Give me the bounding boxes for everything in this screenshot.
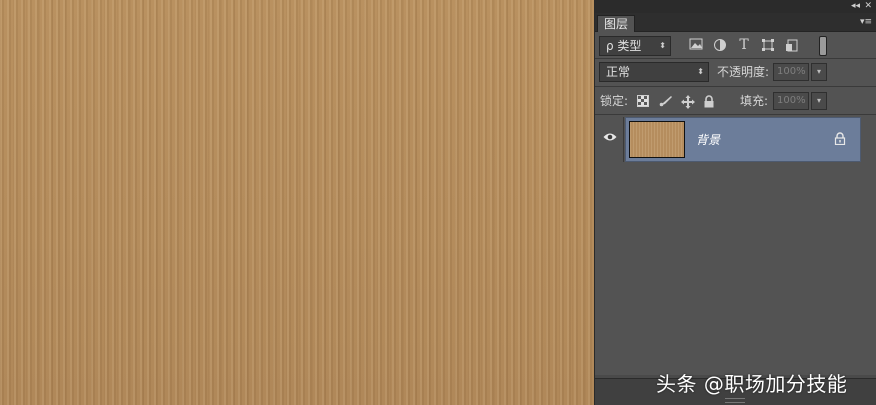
layer-name[interactable]: 背景: [696, 131, 720, 149]
blend-mode-value: 正常: [606, 65, 631, 79]
filter-toggle-switch[interactable]: [819, 36, 827, 56]
layers-panel-body: ρ 类型 ⬍ T 正常 ⬍ 不透明度: 100% ▾ 锁定: 填充: 100% …: [595, 32, 876, 405]
tab-layers[interactable]: 图层: [597, 15, 636, 32]
type-filter-icon[interactable]: T: [737, 38, 751, 52]
filter-row: ρ 类型 ⬍ T: [595, 32, 876, 59]
select-arrow-icon: ⬍: [659, 41, 666, 50]
document-canvas[interactable]: [0, 0, 594, 405]
lock-image-pixels-icon[interactable]: [659, 95, 672, 107]
fill-field[interactable]: 100%: [773, 92, 809, 110]
filter-kind-label: ρ 类型: [606, 39, 642, 53]
panel-top-strip: ◂◂ ✕: [595, 0, 876, 13]
lock-icon: [834, 132, 846, 146]
layer-row-background[interactable]: 背景: [625, 117, 861, 162]
layer-list-empty-area[interactable]: [595, 162, 876, 375]
lock-label: 锁定:: [600, 94, 629, 108]
opacity-dropdown[interactable]: ▾: [811, 63, 827, 81]
opacity-field[interactable]: 100%: [773, 63, 809, 81]
close-panel-icon[interactable]: ✕: [864, 0, 872, 12]
collapse-panel-icon[interactable]: ◂◂: [851, 0, 860, 12]
layer-thumbnail: [629, 121, 685, 158]
select-arrow-icon: ⬍: [697, 67, 704, 76]
lock-all-icon[interactable]: [703, 95, 715, 108]
smart-object-filter-icon[interactable]: [785, 38, 799, 52]
lock-row: 锁定: 填充: 100% ▾: [595, 87, 876, 115]
shape-filter-icon[interactable]: [761, 38, 775, 52]
lock-transparent-pixels-icon[interactable]: [637, 95, 649, 107]
blend-mode-select[interactable]: 正常 ⬍: [599, 62, 709, 82]
opacity-label: 不透明度:: [717, 65, 770, 79]
lock-position-icon[interactable]: [681, 95, 695, 109]
image-filter-icon[interactable]: [689, 38, 703, 52]
watermark-text: 头条 @职场加分技能: [656, 372, 848, 396]
resize-grip-icon[interactable]: [725, 398, 745, 403]
fill-label: 填充:: [740, 94, 769, 108]
panel-tab-bar: 图层 ▾≡: [595, 13, 876, 32]
fill-dropdown[interactable]: ▾: [811, 92, 827, 110]
eye-icon[interactable]: [603, 132, 617, 146]
adjustment-filter-icon[interactable]: [713, 38, 727, 52]
panel-menu-icon[interactable]: ▾≡: [860, 16, 872, 28]
layers-panel: ◂◂ ✕ 图层 ▾≡ ρ 类型 ⬍ T 正常 ⬍ 不透明度: 100% ▾ 锁定…: [594, 0, 876, 405]
layer-visibility-cell[interactable]: [595, 117, 624, 162]
blend-row: 正常 ⬍ 不透明度: 100% ▾: [595, 59, 876, 87]
filter-kind-select[interactable]: ρ 类型 ⬍: [599, 36, 671, 56]
